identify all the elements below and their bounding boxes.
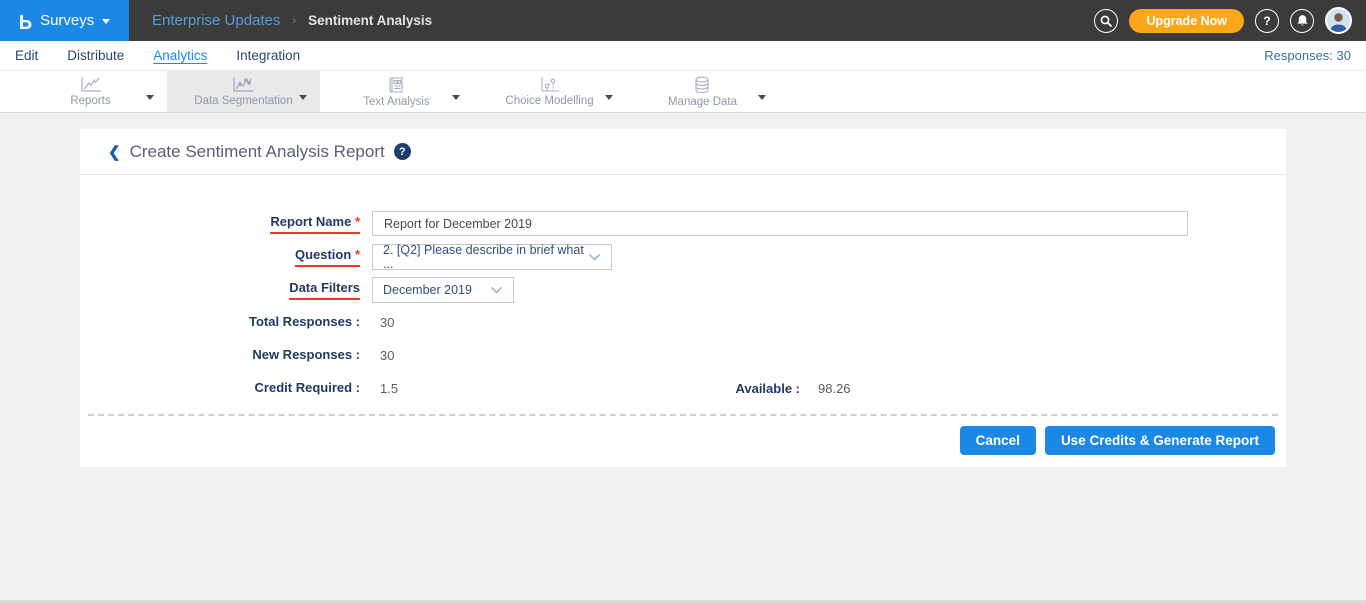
total-responses-label: Total Responses : — [80, 314, 360, 332]
nav-item-edit[interactable]: Edit — [15, 48, 38, 63]
new-responses-label: New Responses : — [80, 347, 360, 365]
available-label: Available : — [455, 381, 800, 396]
generate-report-button[interactable]: Use Credits & Generate Report — [1045, 426, 1275, 455]
scatter-chart-icon — [232, 76, 254, 93]
breadcrumb: Enterprise Updates › Sentiment Analysis — [152, 12, 432, 29]
page-title: Create Sentiment Analysis Report — [130, 142, 385, 162]
brand-label: Surveys — [40, 12, 94, 29]
chevron-down-icon — [102, 19, 110, 24]
chevron-down-icon — [758, 95, 766, 100]
credit-required-value: 1.5 — [380, 381, 455, 396]
total-responses-value: 30 — [380, 315, 394, 330]
chevron-down-icon — [299, 95, 307, 100]
chevron-down-icon — [146, 95, 154, 100]
page-content: ❮ Create Sentiment Analysis Report ? Rep… — [0, 113, 1366, 467]
tab-choice-modelling[interactable]: Choice Modelling — [473, 71, 626, 112]
cancel-button[interactable]: Cancel — [960, 426, 1036, 455]
header-actions: Upgrade Now ? — [1094, 7, 1366, 34]
chevron-down-icon — [588, 250, 601, 264]
questionpro-logo-icon: P — [19, 11, 32, 31]
tab-reports[interactable]: Reports — [14, 71, 167, 112]
create-report-card: ❮ Create Sentiment Analysis Report ? Rep… — [80, 129, 1286, 467]
breadcrumb-current: Sentiment Analysis — [308, 13, 432, 28]
responses-count[interactable]: Responses: 30 — [1264, 48, 1351, 63]
question-row: Question * 2. [Q2] Please describe in br… — [80, 244, 1286, 269]
text-document-icon — [387, 76, 405, 94]
title-help-icon[interactable]: ? — [394, 143, 411, 160]
nav-item-integration[interactable]: Integration — [236, 48, 300, 63]
search-icon[interactable] — [1094, 9, 1118, 33]
chevron-down-icon — [605, 95, 613, 100]
action-buttons: Cancel Use Credits & Generate Report — [80, 416, 1286, 467]
user-avatar[interactable] — [1325, 7, 1352, 34]
report-form: Report Name * Question * 2. [Q2] Please … — [80, 175, 1286, 467]
upgrade-now-button[interactable]: Upgrade Now — [1129, 9, 1244, 33]
credit-required-label: Credit Required : — [80, 380, 360, 398]
credit-row: Credit Required : 1.5 Available : 98.26 — [80, 376, 1286, 401]
question-select[interactable]: 2. [Q2] Please describe in brief what ..… — [372, 244, 612, 270]
surveys-product-menu[interactable]: P Surveys — [0, 0, 129, 41]
help-icon[interactable]: ? — [1255, 9, 1279, 33]
chevron-down-icon — [452, 95, 460, 100]
card-title-row: ❮ Create Sentiment Analysis Report ? — [80, 129, 1286, 175]
question-label: Question * — [80, 247, 360, 267]
available-value: 98.26 — [818, 381, 851, 396]
required-asterisk: * — [355, 214, 360, 229]
data-filters-label: Data Filters — [80, 280, 360, 300]
survey-nav-bar: Edit Distribute Analytics Integration Re… — [0, 41, 1366, 71]
dot-chart-icon — [540, 76, 560, 93]
chevron-down-icon — [490, 283, 503, 297]
nav-item-distribute[interactable]: Distribute — [67, 48, 124, 63]
database-icon — [693, 76, 711, 94]
report-name-row: Report Name * — [80, 211, 1286, 236]
new-responses-row: New Responses : 30 — [80, 343, 1286, 368]
breadcrumb-separator-icon: › — [292, 15, 296, 27]
data-filters-select[interactable]: December 2019 — [372, 277, 514, 303]
breadcrumb-parent[interactable]: Enterprise Updates — [152, 12, 280, 29]
line-chart-icon — [80, 76, 102, 93]
tab-data-segmentation[interactable]: Data Segmentation — [167, 71, 320, 112]
tab-text-analysis[interactable]: Text Analysis — [320, 71, 473, 112]
nav-item-analytics[interactable]: Analytics — [153, 48, 207, 63]
report-name-label: Report Name * — [80, 214, 360, 234]
analytics-toolbar: Reports Data Segmentation Text Analysis … — [0, 71, 1366, 113]
top-header-bar: P Surveys Enterprise Updates › Sentiment… — [0, 0, 1366, 41]
notifications-bell-icon[interactable] — [1290, 9, 1314, 33]
question-selected-value: 2. [Q2] Please describe in brief what ..… — [383, 243, 588, 271]
data-filters-row: Data Filters December 2019 — [80, 277, 1286, 302]
total-responses-row: Total Responses : 30 — [80, 310, 1286, 335]
tab-manage-data[interactable]: Manage Data — [626, 71, 779, 112]
new-responses-value: 30 — [380, 348, 394, 363]
back-arrow-icon[interactable]: ❮ — [108, 143, 121, 161]
report-name-input[interactable] — [372, 211, 1188, 236]
required-asterisk: * — [355, 247, 360, 262]
data-filters-selected-value: December 2019 — [383, 283, 472, 297]
